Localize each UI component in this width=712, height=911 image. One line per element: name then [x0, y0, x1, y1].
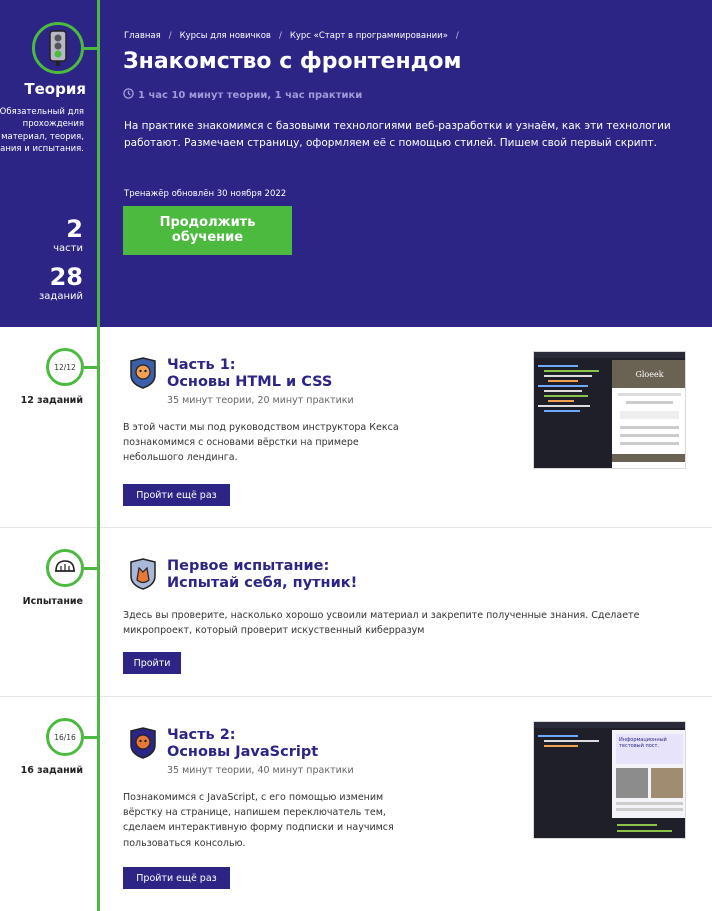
sidebar-description: Обязательный для прохождения материал, т… — [0, 107, 84, 154]
part-title: Часть 2: Основы JavaScript — [167, 727, 319, 760]
sidebar-title: Теория — [24, 80, 86, 98]
course-part-1: 12/12 12 заданий Часть 1: Основы HTML и … — [0, 327, 712, 528]
part-duration: 35 минут теории, 40 минут практики — [167, 765, 354, 776]
breadcrumb: Главная / Курсы для новичков / Курс «Старт… — [124, 31, 459, 41]
course-description: На практике знакомимся с базовыми технол… — [124, 120, 671, 149]
breadcrumb-link[interactable]: Курс «Старт в программировании» — [290, 31, 448, 41]
parts-count: 2 — [66, 215, 83, 243]
preview-heading: Информационный тестовый пост. — [616, 734, 683, 764]
course-part-2: 16/16 16 заданий Часть 2: Основы JavaScr… — [0, 697, 712, 911]
helmet-icon — [55, 560, 75, 572]
breadcrumb-link[interactable]: Главная — [124, 31, 161, 41]
lesson-preview-image[interactable]: Gloeek — [533, 351, 686, 469]
retry-button[interactable]: Пройти ещё раз — [123, 484, 230, 506]
fox-helmet-icon — [128, 558, 158, 590]
shield-cat-icon — [128, 727, 158, 759]
page-title: Знакомство с фронтендом — [123, 49, 462, 74]
clock-icon — [123, 88, 134, 102]
timeline-connector — [84, 567, 98, 570]
part-title: Часть 1: Основы HTML и CSS — [167, 357, 333, 390]
challenge-description: Здесь вы проверите, насколько хорошо усв… — [123, 610, 640, 637]
course-hero: Теория Обязательный для прохождения мате… — [0, 0, 712, 327]
updated-date: Тренажёр обновлён 30 ноября 2022 — [124, 189, 287, 199]
progress-timeline — [97, 0, 100, 911]
part-description: В этой части мы под руководством инструк… — [123, 422, 399, 464]
part-task-count: 16 заданий — [20, 765, 83, 776]
continue-button[interactable]: Продолжить обучение — [123, 206, 292, 255]
duration-text: 1 час 10 минут теории, 1 час практики — [138, 89, 363, 101]
timeline-connector — [84, 736, 98, 739]
traffic-light-icon — [32, 22, 84, 74]
part-progress-badge: 12/12 — [46, 348, 84, 386]
breadcrumb-link[interactable]: Курсы для новичков — [180, 31, 271, 41]
part-task-count: 12 заданий — [20, 395, 83, 406]
timeline-connector — [84, 47, 98, 50]
tasks-count: 28 — [49, 263, 83, 291]
challenge-badge — [46, 549, 84, 587]
timeline-connector — [84, 366, 98, 369]
part-duration: 35 минут теории, 20 минут практики — [167, 395, 354, 406]
parts-label: части — [53, 243, 83, 254]
course-duration: 1 час 10 минут теории, 1 час практики — [123, 88, 362, 102]
retry-button[interactable]: Пройти ещё раз — [123, 867, 230, 889]
first-challenge: Испытание Первое испытание: Испытай себя… — [0, 528, 712, 697]
lesson-preview-image[interactable]: Информационный тестовый пост. — [533, 721, 686, 839]
preview-heading: Gloeek — [612, 360, 685, 388]
start-challenge-button[interactable]: Пройти — [123, 652, 181, 674]
challenge-title: Первое испытание: Испытай себя, путник! — [167, 558, 358, 591]
tasks-label: заданий — [38, 291, 83, 302]
part-progress-badge: 16/16 — [46, 718, 84, 756]
challenge-label: Испытание — [22, 596, 83, 607]
part-description: Познакомимся с JavaScript, с его помощью… — [123, 792, 394, 849]
shield-cat-icon — [128, 357, 158, 389]
